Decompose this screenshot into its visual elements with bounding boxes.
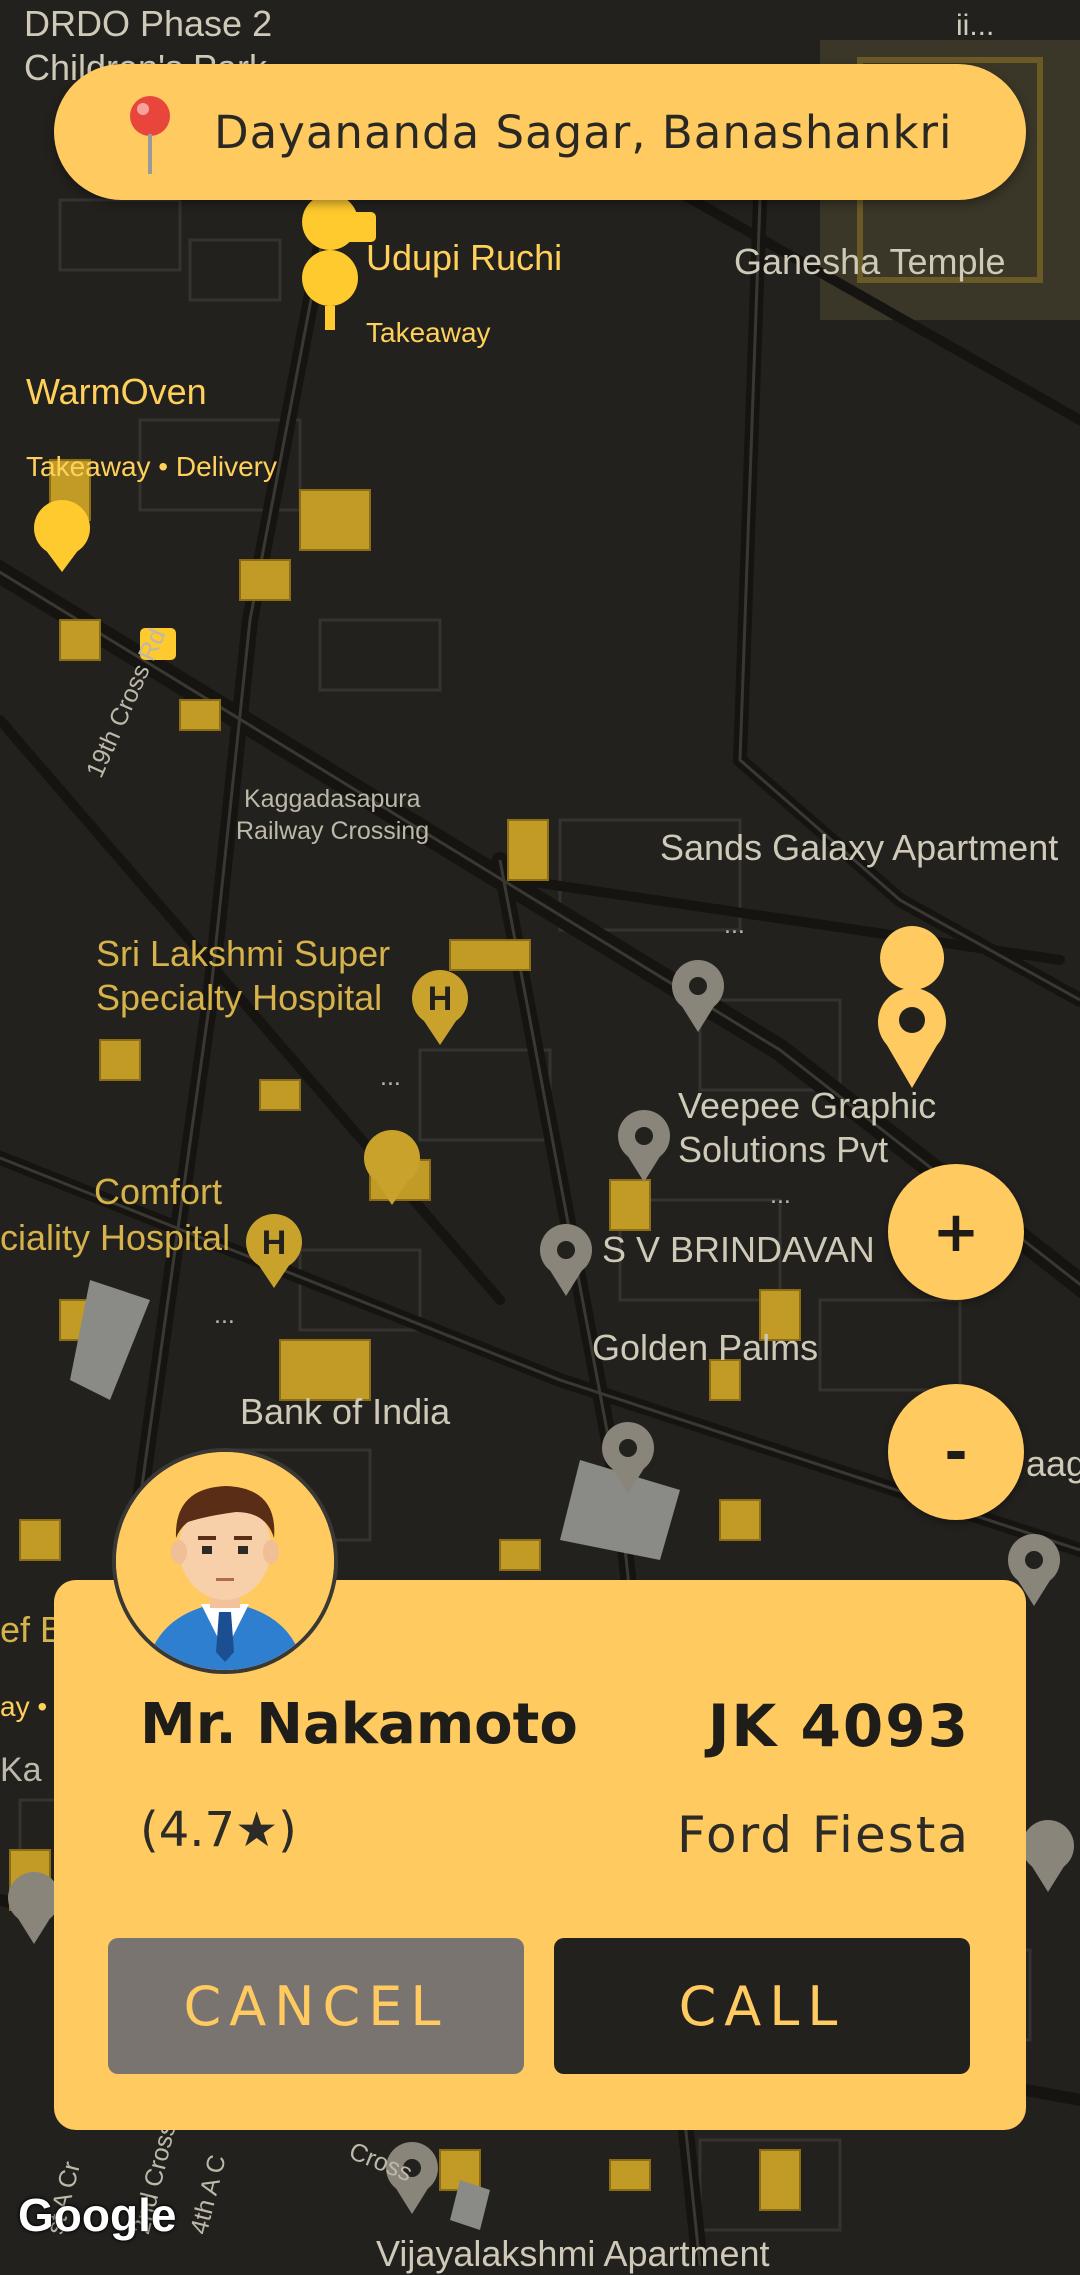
location-search-bar[interactable]: Dayananda Sagar, Banashankri <box>54 64 1026 200</box>
google-logo: Google <box>18 2189 177 2241</box>
vehicle-plate: JK 4093 <box>707 1692 970 1760</box>
map-label-ka: Ka <box>0 1751 42 1789</box>
map-label-drdo: DRDO Phase 2 <box>24 3 273 44</box>
svg-text:H: H <box>262 1224 287 1262</box>
zoom-in-button[interactable]: + <box>888 1164 1024 1300</box>
vehicle-model: Ford Fiesta <box>677 1806 970 1864</box>
map-label-comfort-2[interactable]: ciality Hospital <box>0 1216 230 1259</box>
search-location-text: Dayananda Sagar, Banashankri <box>214 105 953 159</box>
map-label-warmoven[interactable]: WarmOven <box>26 370 207 413</box>
map-label-udupi-sub: Takeaway <box>366 317 491 348</box>
map-label-sri-lakshmi-2[interactable]: Specialty Hospital <box>96 976 382 1019</box>
map-label-veepee-1[interactable]: Veepee Graphic <box>678 1084 936 1127</box>
map-label-golden-palms[interactable]: Golden Palms <box>592 1326 818 1369</box>
map-label-sands-more: ... <box>724 911 745 939</box>
map-label-warmoven-sub: Takeaway • Delivery <box>26 451 278 482</box>
map-label-sands[interactable]: Sands Galaxy Apartment <box>660 826 1058 869</box>
map-label-comfort-more: ... <box>214 1301 235 1329</box>
map-label-veepee-2[interactable]: Solutions Pvt <box>678 1128 888 1171</box>
svg-text:H: H <box>428 980 453 1018</box>
map-label-bank-of-india[interactable]: Bank of India <box>240 1390 450 1433</box>
zoom-out-button[interactable]: - <box>888 1384 1024 1520</box>
driver-avatar <box>112 1448 338 1674</box>
map-label-aag: aag <box>1026 1443 1080 1484</box>
map-label-udupi[interactable]: Udupi Ruchi <box>366 236 562 279</box>
driver-rating: (4.7★) <box>140 1802 297 1858</box>
map-label-sv-brindavan[interactable]: S V BRINDAVAN <box>602 1228 875 1271</box>
map-label-ay: ay • <box>0 1691 48 1722</box>
map-label-veepee-more: ... <box>770 1181 791 1209</box>
map-label-kaggadasapura: Kaggadasapura <box>244 785 421 813</box>
map-label-sri-lakshmi-1[interactable]: Sri Lakshmi Super <box>96 932 390 975</box>
map-label-ii: ii... <box>956 9 995 42</box>
call-button[interactable]: CALL <box>554 1938 970 2074</box>
map-label-hospital-more: ... <box>380 1063 401 1091</box>
map-label-vijayalakshmi[interactable]: Vijayalakshmi Apartment <box>376 2232 770 2275</box>
driver-name: Mr. Nakamoto <box>140 1692 578 1757</box>
map-pin-icon <box>120 92 180 174</box>
map-label-ganesha[interactable]: Ganesha Temple <box>734 240 1006 283</box>
cancel-button[interactable]: CANCEL <box>108 1938 524 2074</box>
driver-avatar-illustration <box>116 1452 334 1670</box>
map-label-comfort-1[interactable]: Comfort <box>94 1170 222 1213</box>
map-label-railway-crossing: Railway Crossing <box>236 817 430 845</box>
